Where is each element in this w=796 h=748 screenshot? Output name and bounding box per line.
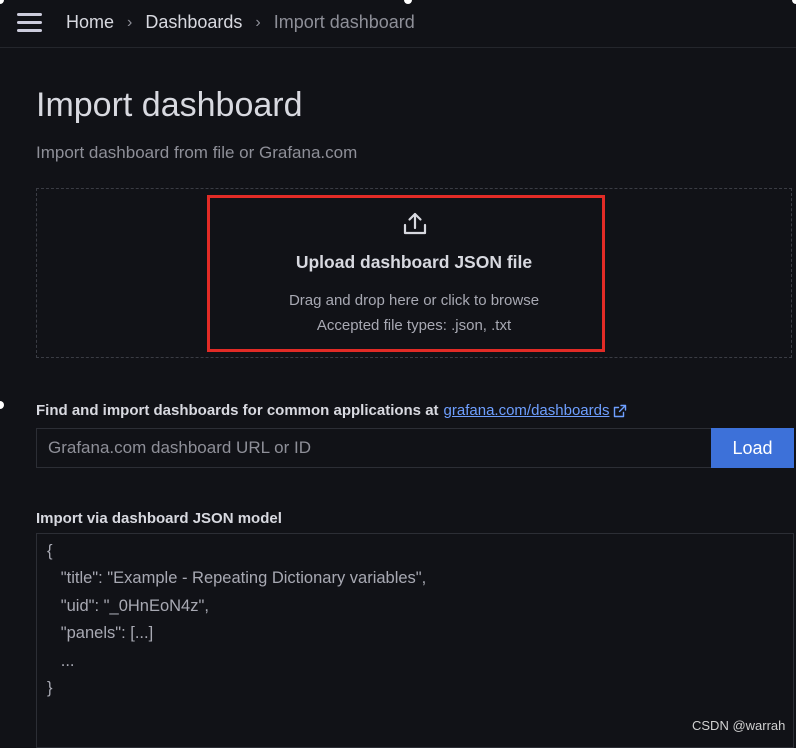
top-bar: Home › Dashboards › Import dashboard bbox=[0, 0, 796, 48]
json-model-textarea[interactable]: { "title": "Example - Repeating Dictiona… bbox=[36, 533, 794, 748]
page-subtitle: Import dashboard from file or Grafana.co… bbox=[36, 143, 358, 162]
upload-hint-filetypes: Accepted file types: .json, .txt bbox=[316, 317, 512, 334]
breadcrumb-separator-icon: › bbox=[127, 13, 133, 31]
breadcrumb-dashboards[interactable]: Dashboards bbox=[145, 12, 242, 33]
code-line: ... bbox=[47, 652, 75, 670]
breadcrumb-home[interactable]: Home bbox=[66, 12, 114, 33]
resize-handle-dot bbox=[0, 401, 4, 409]
upload-icon bbox=[403, 212, 427, 235]
grafana-com-url-input[interactable] bbox=[36, 428, 712, 468]
json-model-label: Import via dashboard JSON model bbox=[36, 510, 282, 527]
code-line: { bbox=[47, 542, 53, 560]
page-title: Import dashboard bbox=[36, 86, 303, 124]
breadcrumb: Home › Dashboards › Import dashboard bbox=[66, 12, 415, 33]
load-button[interactable]: Load bbox=[711, 428, 794, 468]
watermark: CSDN @warrah bbox=[692, 718, 786, 733]
upload-title: Upload dashboard JSON file bbox=[295, 252, 533, 272]
menu-icon[interactable] bbox=[17, 13, 45, 33]
breadcrumb-current: Import dashboard bbox=[273, 12, 415, 32]
code-line: } bbox=[47, 679, 53, 697]
grafana-com-label: Find and import dashboards for common ap… bbox=[36, 402, 627, 419]
code-line: "uid": "_0HnEoN4z", bbox=[47, 597, 209, 615]
grafana-com-link[interactable]: grafana.com/dashboards bbox=[444, 402, 610, 419]
grafana-com-label-text: Find and import dashboards for common ap… bbox=[36, 402, 439, 419]
code-line: "title": "Example - Repeating Dictionary… bbox=[47, 569, 427, 587]
breadcrumb-separator-icon: › bbox=[255, 13, 261, 31]
upload-hint-browse: Drag and drop here or click to browse bbox=[288, 292, 540, 309]
code-line: "panels": [...] bbox=[47, 624, 154, 642]
external-link-icon[interactable] bbox=[613, 404, 627, 418]
